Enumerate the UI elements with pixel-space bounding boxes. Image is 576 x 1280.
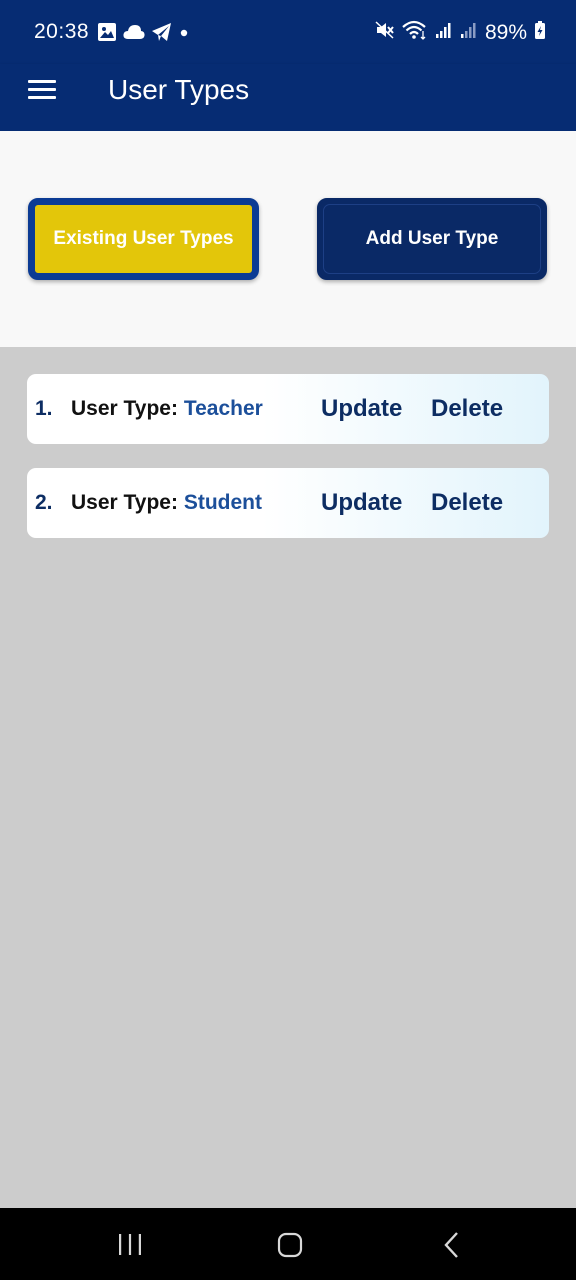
add-user-type-button[interactable]: Add User Type [317,198,547,280]
back-icon[interactable] [432,1230,472,1260]
mute-icon [375,20,395,45]
update-button[interactable]: Update [321,395,402,423]
page-title: User Types [108,74,250,105]
image-icon [97,22,117,47]
user-type-label-text: User Type: [71,397,178,420]
user-type-label-text: User Type: [71,491,178,514]
navigation-bar [0,1208,576,1280]
hamburger-menu-icon[interactable] [24,76,60,106]
signal-icon [435,21,453,44]
status-bar: 20:38 89% [0,0,576,64]
signal-icon-2 [460,21,478,44]
app-bar: User Types [0,64,576,131]
home-icon[interactable] [270,1230,310,1260]
item-number: 1. [35,397,53,420]
user-type-card: 2. User Type: Student Update Delete [27,468,549,538]
existing-user-types-button[interactable]: Existing User Types [28,198,259,280]
user-type-label: User Type: Teacher [71,397,263,421]
tab-area: Existing User Types Add User Type [0,131,576,347]
status-time: 20:38 [34,20,90,43]
dot-icon [179,22,189,47]
user-type-value: Student [183,491,262,514]
cloud-icon [123,24,145,45]
user-type-list: 1. User Type: Teacher Update Delete 2. U… [27,374,549,562]
battery-icon [534,20,546,45]
battery-percentage: 89% [484,20,527,44]
notification-icons [97,22,189,47]
user-type-value: Teacher [183,397,263,420]
delete-button[interactable]: Delete [431,489,503,517]
delete-button[interactable]: Delete [431,395,503,423]
item-number: 2. [35,491,53,514]
telegram-icon [151,22,173,47]
update-button[interactable]: Update [321,489,402,517]
recent-apps-icon[interactable] [110,1230,150,1260]
system-status: 89% [375,20,546,45]
user-type-card: 1. User Type: Teacher Update Delete [27,374,549,444]
wifi-icon [402,20,428,45]
user-type-label: User Type: Student [71,491,262,515]
